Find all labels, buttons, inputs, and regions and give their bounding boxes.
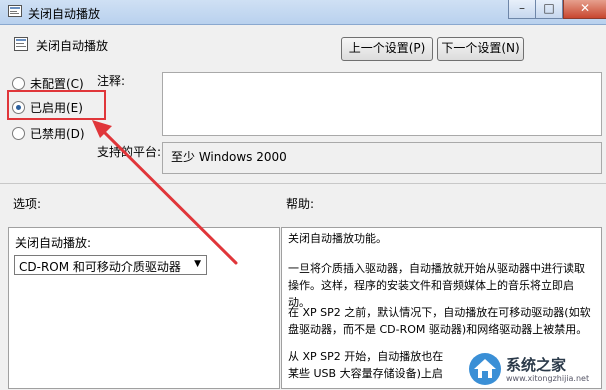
radio-indicator[interactable] [12, 77, 25, 90]
radio-indicator[interactable] [12, 127, 25, 140]
policy-window-icon [8, 5, 22, 17]
section-divider [0, 183, 606, 184]
options-heading: 选项: [13, 197, 42, 211]
watermark-url: www.xitongzhijia.net [506, 374, 590, 383]
next-setting-button[interactable]: 下一个设置(N) [437, 37, 524, 61]
help-heading: 帮助: [286, 197, 315, 211]
policy-setting-icon [14, 37, 28, 51]
platform-value: 至少 Windows 2000 [171, 150, 287, 164]
house-logo-icon [469, 353, 501, 385]
previous-setting-button[interactable]: 上一个设置(P) [341, 37, 433, 61]
dropdown-value: CD-ROM 和可移动介质驱动器 [19, 260, 181, 274]
minimize-button[interactable]: – [508, 0, 536, 19]
chevron-down-icon[interactable]: ▼ [194, 259, 201, 269]
maximize-button[interactable]: □ [535, 0, 563, 19]
policy-title: 关闭自动播放 [36, 39, 109, 53]
comment-label: 注释: [97, 74, 126, 88]
highlight-annotation-box [7, 90, 106, 120]
watermark-site-name: 系统之家 [506, 356, 567, 374]
title-bar: 关闭自动播放 – □ ✕ [0, 0, 606, 25]
radio-label: 已禁用(D) [30, 127, 85, 141]
options-panel: 关闭自动播放: CD-ROM 和可移动介质驱动器 ▼ [8, 227, 280, 389]
platform-label: 支持的平台: [97, 145, 162, 159]
platform-box: 至少 Windows 2000 [162, 142, 602, 174]
help-paragraph: 关闭自动播放功能。 [288, 232, 387, 245]
site-watermark: 系统之家 www.xitongzhijia.net [468, 350, 606, 390]
comment-textarea[interactable] [162, 72, 602, 136]
help-paragraph: 在 XP SP2 之前，默认情况下，自动播放在可移动驱动器(如软盘驱动器，而不是… [288, 306, 591, 336]
autoplay-field-label: 关闭自动播放: [15, 236, 92, 250]
close-button[interactable]: ✕ [563, 0, 606, 19]
autoplay-drives-dropdown[interactable]: CD-ROM 和可移动介质驱动器 ▼ [14, 255, 207, 275]
window-title: 关闭自动播放 [28, 7, 101, 21]
